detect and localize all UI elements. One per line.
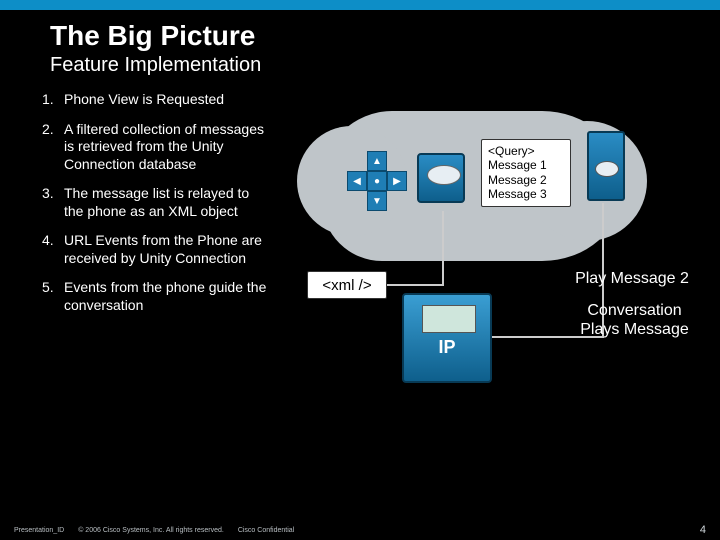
query-header: <Query>	[488, 144, 535, 158]
slide-subtitle: Feature Implementation	[50, 54, 720, 77]
item-text: A filtered collection of messages is ret…	[64, 121, 267, 174]
copyright-text: © 2006 Cisco Systems, Inc. All rights re…	[78, 527, 224, 534]
ip-phone-icon: IP	[402, 293, 492, 383]
page-number: 4	[700, 524, 706, 536]
xml-label: <xml />	[322, 277, 371, 294]
item-text: URL Events from the Phone are received b…	[64, 232, 267, 267]
conversation-label-line1: Conversation	[557, 301, 712, 320]
item-number: 5.	[42, 279, 64, 314]
item-number: 2.	[42, 121, 64, 174]
slide-body: 1. Phone View is Requested 2. A filtered…	[0, 83, 720, 441]
play-message-label: Play Message 2	[557, 269, 707, 288]
list-item: 2. A filtered collection of messages is …	[42, 121, 267, 174]
list-item: 5. Events from the phone guide the conve…	[42, 279, 267, 314]
connector-line	[442, 211, 444, 286]
list-item: 1. Phone View is Requested	[42, 91, 267, 109]
query-line: Message 2	[488, 173, 547, 187]
conversation-label-line2: Plays Message	[557, 320, 712, 339]
accent-bar	[0, 0, 720, 10]
numbered-list: 1. Phone View is Requested 2. A filtered…	[42, 91, 267, 441]
server-icon	[587, 131, 625, 201]
query-callout: <Query> Message 1 Message 2 Message 3	[481, 139, 571, 207]
query-line: Message 1	[488, 158, 547, 172]
connector-line	[387, 284, 444, 286]
item-text: The message list is relayed to the phone…	[64, 185, 267, 220]
slide-header: The Big Picture Feature Implementation	[0, 10, 720, 83]
diagram-area: ▲ ◀●▶ ▼ <Query> Message 1 Message 2 Mess…	[267, 91, 710, 441]
item-number: 3.	[42, 185, 64, 220]
slide-footer: Presentation_ID © 2006 Cisco Systems, In…	[0, 524, 720, 536]
ip-label: IP	[404, 337, 490, 358]
list-item: 3. The message list is relayed to the ph…	[42, 185, 267, 220]
item-text: Events from the phone guide the conversa…	[64, 279, 267, 314]
xml-callout: <xml />	[307, 271, 387, 299]
phone-screen-icon	[422, 305, 476, 333]
item-number: 1.	[42, 91, 64, 109]
slide-title: The Big Picture	[50, 20, 720, 52]
confidential-text: Cisco Confidential	[238, 527, 294, 534]
navigation-pad-icon: ▲ ◀●▶ ▼	[347, 151, 407, 211]
item-text: Phone View is Requested	[64, 91, 267, 109]
presentation-id: Presentation_ID	[14, 527, 64, 534]
item-number: 4.	[42, 232, 64, 267]
query-line: Message 3	[488, 187, 547, 201]
list-item: 4. URL Events from the Phone are receive…	[42, 232, 267, 267]
printer-icon	[417, 153, 465, 203]
conversation-label: Conversation Plays Message	[557, 301, 712, 339]
